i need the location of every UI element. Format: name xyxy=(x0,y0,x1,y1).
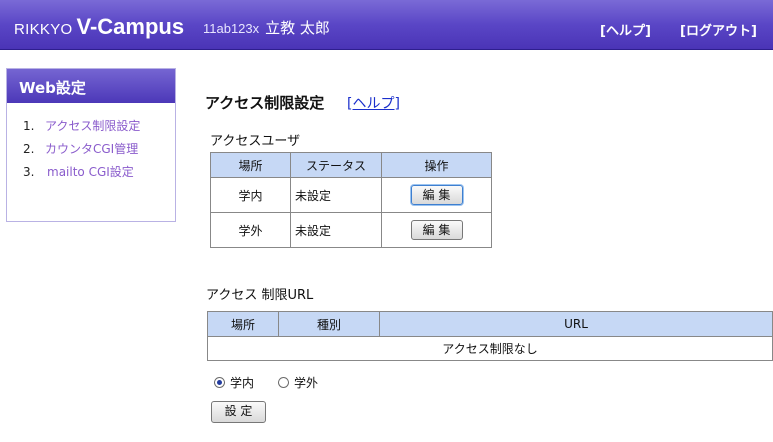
access-user-heading: アクセスユーザ xyxy=(210,134,301,149)
column-header-type: 種別 xyxy=(278,311,380,337)
page-help-link[interactable]: [ヘルプ] xyxy=(347,93,400,113)
user-name: 立教 太郎 xyxy=(265,19,330,37)
sidebar-item-access-restriction: 1. アクセス制限設定 xyxy=(23,117,175,140)
table-header-row: 場所 種別 URL xyxy=(207,311,773,337)
cell-location: 学外 xyxy=(210,212,291,248)
logo-main: V-Campus xyxy=(76,14,185,39)
sidebar-link-mailto-cgi[interactable]: mailto CGI設定 xyxy=(47,165,134,179)
column-header-status: ステータス xyxy=(290,152,382,178)
app-header: RIKKYO V-Campus 11ab123x 立教 太郎 [ヘルプ] [ログアウ… xyxy=(0,0,773,50)
header-help-link[interactable]: [ヘルプ] xyxy=(600,20,651,39)
access-url-table: 場所 種別 URL アクセス制限なし xyxy=(207,311,773,361)
column-header-location: 場所 xyxy=(207,311,279,337)
access-url-heading: アクセス 制限URL xyxy=(206,288,314,303)
sidebar-menu: 1. アクセス制限設定 2. カウンタCGI管理 3. mailto CGI設定 xyxy=(7,103,175,186)
user-info: 11ab123x 立教 太郎 xyxy=(203,17,330,38)
empty-message: アクセス制限なし xyxy=(207,336,773,361)
table-row: 学内 未設定 編 集 xyxy=(210,177,492,213)
edit-button-campus[interactable]: 編 集 xyxy=(410,185,463,205)
radio-dot[interactable] xyxy=(278,377,289,388)
radio-offcampus[interactable]: 学外 xyxy=(278,374,318,391)
table-header-row: 場所 ステータス 操作 xyxy=(210,152,492,178)
cell-location: 学内 xyxy=(210,177,291,213)
column-header-action: 操作 xyxy=(381,152,492,178)
radio-label-offcampus: 学外 xyxy=(294,376,319,390)
column-header-location: 場所 xyxy=(210,152,291,178)
radio-campus[interactable]: 学内 xyxy=(214,374,254,391)
table-row: アクセス制限なし xyxy=(207,336,773,361)
sidebar-link-access-restriction[interactable]: アクセス制限設定 xyxy=(45,119,140,133)
sidebar-item-number: 3. xyxy=(23,165,35,179)
radio-label-campus: 学内 xyxy=(230,376,255,390)
cell-status: 未設定 xyxy=(290,212,382,248)
app-logo: RIKKYO V-Campus xyxy=(14,14,184,40)
user-id: 11ab123x xyxy=(203,21,260,36)
sidebar-item-number: 2. xyxy=(23,142,35,156)
set-button[interactable]: 設 定 xyxy=(211,401,266,423)
radio-dot-checked[interactable] xyxy=(214,377,225,388)
cell-status: 未設定 xyxy=(290,177,382,213)
sidebar: Web設定 1. アクセス制限設定 2. カウンタCGI管理 3. mailto CG… xyxy=(6,68,176,222)
page-title: アクセス制限設定 xyxy=(205,94,325,112)
edit-button-offcampus[interactable]: 編 集 xyxy=(410,220,463,240)
column-header-url: URL xyxy=(379,311,773,337)
access-user-table: 場所 ステータス 操作 学内 未設定 編 集 学外 未設定 編 集 xyxy=(210,152,492,248)
cell-action: 編 集 xyxy=(381,212,492,248)
sidebar-item-mailto-cgi: 3. mailto CGI設定 xyxy=(23,163,175,186)
sidebar-item-counter-cgi: 2. カウンタCGI管理 xyxy=(23,140,175,163)
sidebar-item-number: 1. xyxy=(23,119,35,133)
logout-link[interactable]: [ログアウト] xyxy=(680,20,757,39)
sidebar-title: Web設定 xyxy=(7,69,175,103)
logo-prefix: RIKKYO xyxy=(14,21,73,38)
cell-action: 編 集 xyxy=(381,177,492,213)
sidebar-link-counter-cgi[interactable]: カウンタCGI管理 xyxy=(45,142,138,156)
table-row: 学外 未設定 編 集 xyxy=(210,212,492,248)
